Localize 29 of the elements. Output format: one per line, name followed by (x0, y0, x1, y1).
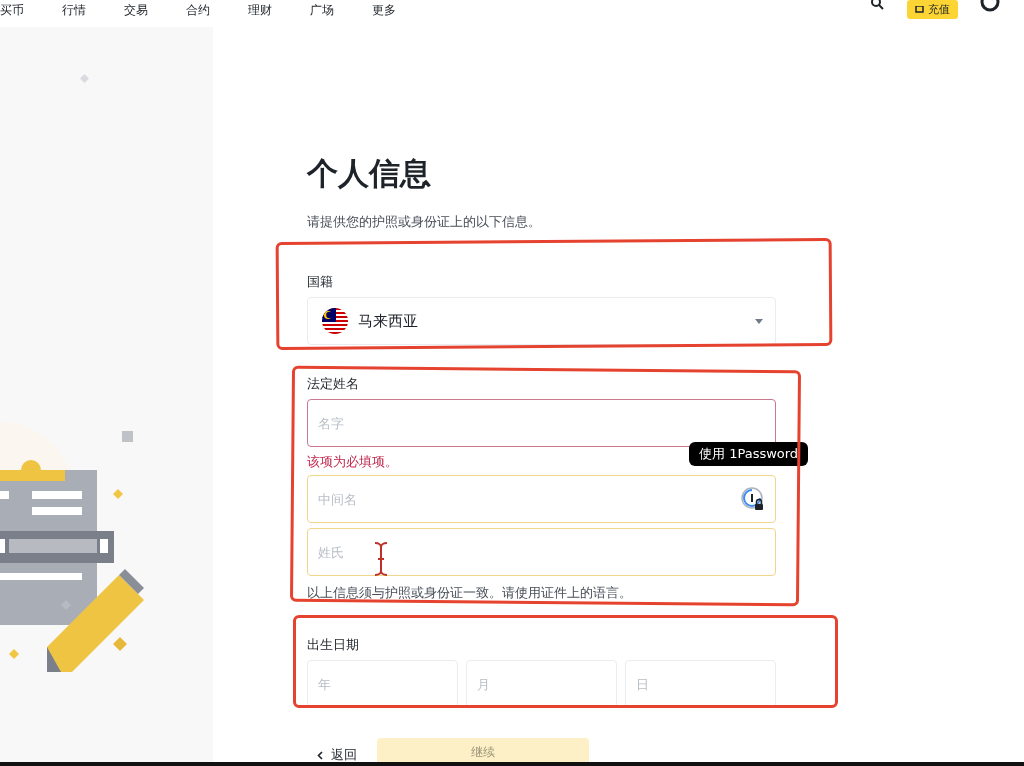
flag-icon (322, 308, 348, 334)
nav-link[interactable]: 合约 (186, 2, 210, 19)
tooltip: 使用 1Password (689, 442, 809, 466)
select-value: 马来西亚 (358, 311, 419, 331)
field-label: 法定姓名 (307, 375, 360, 393)
user-icon[interactable] (980, 0, 1000, 12)
text-cursor-icon (374, 541, 388, 577)
diamond-icon (80, 74, 89, 83)
search-icon[interactable] (871, 0, 885, 10)
back-button[interactable]: 返回 (307, 746, 357, 764)
input-field[interactable]: 名字 (307, 399, 776, 447)
nav-link[interactable]: 理财 (248, 2, 272, 19)
field-label: 出生日期 (307, 636, 360, 654)
nav-link[interactable]: 行情 (62, 2, 86, 19)
nav-link[interactable]: 更多 (372, 2, 396, 19)
error-message: 该项为必填项。 (307, 453, 398, 471)
wallet-icon (915, 5, 924, 14)
password-lock-icon[interactable] (740, 486, 766, 512)
helper-text: 以上信息须与护照或身份证一致。请使用证件上的语言。 (307, 584, 633, 602)
caret-icon (755, 318, 763, 324)
nav-link[interactable]: 交易 (124, 2, 148, 19)
nationality-select[interactable]: 马来西亚 (307, 297, 776, 345)
nav-link[interactable]: 买币 (0, 2, 24, 19)
chevron-left-icon (317, 750, 323, 760)
nav-link[interactable]: 广场 (310, 2, 334, 19)
page-subtitle: 请提供您的护照或身份证上的以下信息。 (307, 213, 542, 231)
page-title: 个人信息 (307, 154, 432, 193)
deposit-button[interactable]: 充值 (907, 0, 958, 19)
field-label: 国籍 (307, 273, 334, 291)
